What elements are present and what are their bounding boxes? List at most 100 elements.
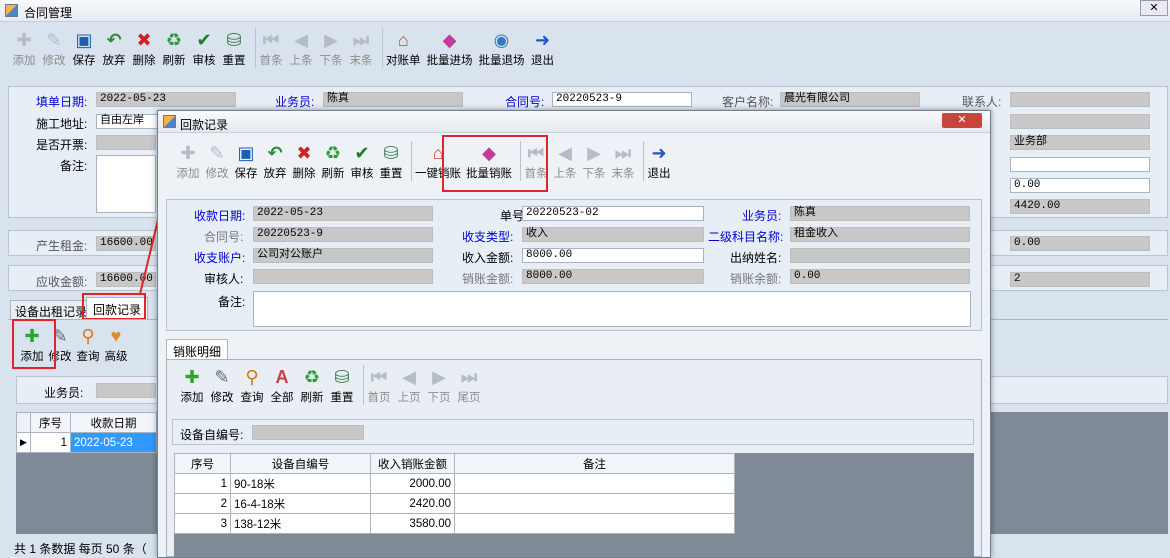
contact-label: 联系人: — [962, 95, 1002, 109]
cashier-field[interactable] — [790, 248, 970, 263]
search-icon: ⚲ — [81, 326, 95, 346]
toolbar-button-0[interactable]: ✚ 添加 — [12, 28, 36, 68]
grid-header-remark[interactable]: 备注 — [454, 453, 735, 474]
toolbar-button-4[interactable]: ✖ 删除 — [132, 28, 156, 68]
toolbar-button-0[interactable]: ✚ 添加 — [176, 141, 200, 181]
dlg-salesman-field[interactable]: 陈真 — [790, 206, 970, 221]
toolbar-button-7[interactable]: ⛁ 重置 — [379, 141, 403, 181]
toolbar-button-2[interactable]: ▣ 保存 — [72, 28, 96, 68]
toolbar-button-0[interactable]: ✚ 添加 — [180, 365, 204, 405]
customer-field[interactable]: 晨光有限公司 — [780, 92, 920, 107]
table-row[interactable]: 1 90-18米 2000.00 — [174, 473, 735, 494]
remark-label: 备注: — [60, 159, 88, 173]
remark-field[interactable] — [96, 155, 156, 213]
table-row[interactable]: 2 16-4-18米 2420.00 — [174, 493, 735, 514]
toolbar-button-7[interactable]: ◀ 上页 — [397, 365, 421, 405]
doc-no-field[interactable]: 20220523-02 — [522, 206, 704, 221]
type-field[interactable]: 收入 — [522, 227, 704, 242]
check-icon: ✔ — [196, 30, 212, 50]
toolbar-button-12[interactable]: ⌂ 对账单 — [386, 28, 421, 68]
toolbar-button-14[interactable]: ◉ 批量退场 — [479, 28, 525, 68]
fill-date-field[interactable]: 2022-05-23 — [96, 92, 236, 107]
toolbar-button-11[interactable]: ⏭ 末条 — [349, 28, 373, 68]
table-row[interactable]: ▶ 1 2022-05-23 — [16, 432, 157, 453]
toolbar-button-14[interactable]: ➜ 退出 — [647, 141, 671, 181]
toolbar-button-1[interactable]: ✎ 修改 — [42, 28, 66, 68]
toolbar-button-1[interactable]: ✎ 修改 — [210, 365, 234, 405]
dialog-close-button[interactable]: ✕ — [942, 113, 982, 128]
grid-header-date[interactable]: 收款日期 — [70, 412, 157, 433]
dlg-remark-field[interactable] — [253, 291, 971, 327]
filter-salesman-field[interactable] — [96, 383, 156, 398]
grid-header-no[interactable]: 序号 — [174, 453, 231, 474]
toolbar-button-2[interactable]: ▣ 保存 — [234, 141, 258, 181]
last-icon: ⏭ — [614, 143, 632, 163]
receipt-date-field[interactable]: 2022-05-23 — [253, 206, 433, 221]
rent-field[interactable]: 16600.00 — [96, 236, 156, 251]
subject-field[interactable]: 租金收入 — [790, 227, 970, 242]
toolbar-button-9[interactable]: ⏭ 尾页 — [457, 365, 481, 405]
toolbar-button-1[interactable]: ✎ 修改 — [205, 141, 229, 181]
batch-in-icon: ◆ — [442, 30, 457, 50]
toolbar-button-8[interactable]: ⏮ 首条 — [259, 28, 283, 68]
toolbar-separator — [643, 141, 644, 181]
toolbar-button-11[interactable]: ◀ 上条 — [553, 141, 577, 181]
toolbar-button-15[interactable]: ➜ 退出 — [531, 28, 555, 68]
tab-writeoff-detail[interactable]: 销账明细 — [166, 339, 229, 359]
salesman-field[interactable]: 陈真 — [323, 92, 463, 107]
toolbar-button-6[interactable]: ✔ 审核 — [350, 141, 374, 181]
receivable-field[interactable]: 16600.00 — [96, 272, 156, 287]
toolbar-button-3[interactable]: A 全部 — [270, 365, 294, 405]
table-row[interactable]: 3 138-12米 3580.00 — [174, 513, 735, 534]
contract-no-field[interactable]: 20220523-9 — [552, 92, 692, 107]
right-value-4[interactable]: 2 — [1010, 272, 1150, 287]
invoice-field[interactable] — [96, 135, 156, 150]
toolbar-button-6[interactable]: ✔ 审核 — [192, 28, 216, 68]
grid-header-no[interactable]: 序号 — [30, 412, 71, 433]
toolbar-button-8[interactable]: ▶ 下页 — [427, 365, 451, 405]
account-label: 收支账户: — [194, 251, 246, 265]
toolbar-button-2[interactable]: ⚲ 查询 — [240, 365, 264, 405]
toolbar-button-label: 修改 — [210, 392, 234, 404]
right-value-3[interactable]: 0.00 — [1010, 236, 1150, 251]
toolbar-button-3[interactable]: ♥ 高级 — [104, 324, 128, 364]
toolbar-button-3[interactable]: ↶ 放弃 — [102, 28, 126, 68]
tab-equipment-rental[interactable]: 设备出租记录 — [10, 300, 93, 319]
toolbar-button-label: 删除 — [132, 55, 156, 67]
right-value-1[interactable]: 0.00 — [1010, 178, 1150, 193]
right-field-1[interactable] — [1010, 114, 1150, 129]
toolbar-button-4[interactable]: ✖ 删除 — [292, 141, 316, 181]
toolbar-button-label: 放弃 — [263, 168, 287, 180]
dlg-contract-field[interactable]: 20220523-9 — [253, 227, 433, 242]
balance-field[interactable]: 0.00 — [790, 269, 970, 284]
toolbar-button-label: 全部 — [270, 392, 294, 404]
toolbar-button-5[interactable]: ⛁ 重置 — [330, 365, 354, 405]
toolbar-button-5[interactable]: ♻ 刷新 — [162, 28, 186, 68]
right-value-2[interactable]: 4420.00 — [1010, 199, 1150, 214]
next-icon: ▶ — [324, 30, 338, 50]
toolbar-button-10[interactable]: ▶ 下条 — [319, 28, 343, 68]
toolbar-button-4[interactable]: ♻ 刷新 — [300, 365, 324, 405]
toolbar-button-6[interactable]: ⏮ 首页 — [367, 365, 391, 405]
written-off-field[interactable]: 8000.00 — [522, 269, 704, 284]
cell-remark — [454, 513, 735, 534]
toolbar-button-9[interactable]: ◀ 上条 — [289, 28, 313, 68]
account-field[interactable]: 公司对公账户 — [253, 248, 433, 263]
toolbar-button-2[interactable]: ⚲ 查询 — [76, 324, 100, 364]
grid-header-code[interactable]: 设备自编号 — [230, 453, 371, 474]
toolbar-button-5[interactable]: ♻ 刷新 — [321, 141, 345, 181]
toolbar-button-12[interactable]: ▶ 下条 — [582, 141, 606, 181]
equip-filter-field[interactable] — [252, 425, 364, 440]
contact-field[interactable] — [1010, 92, 1150, 107]
main-close-button[interactable]: ✕ — [1140, 0, 1168, 16]
dept-field[interactable]: 业务部 — [1010, 135, 1150, 150]
toolbar-button-7[interactable]: ⛁ 重置 — [222, 28, 246, 68]
toolbar-button-label: 末条 — [349, 55, 373, 67]
toolbar-button-13[interactable]: ⏭ 末条 — [611, 141, 635, 181]
amount-field[interactable]: 8000.00 — [522, 248, 704, 263]
right-field-2[interactable] — [1010, 157, 1150, 172]
grid-header-amount[interactable]: 收入销账金额 — [370, 453, 455, 474]
toolbar-button-13[interactable]: ◆ 批量进场 — [427, 28, 473, 68]
auditor-field[interactable] — [253, 269, 433, 284]
toolbar-button-3[interactable]: ↶ 放弃 — [263, 141, 287, 181]
